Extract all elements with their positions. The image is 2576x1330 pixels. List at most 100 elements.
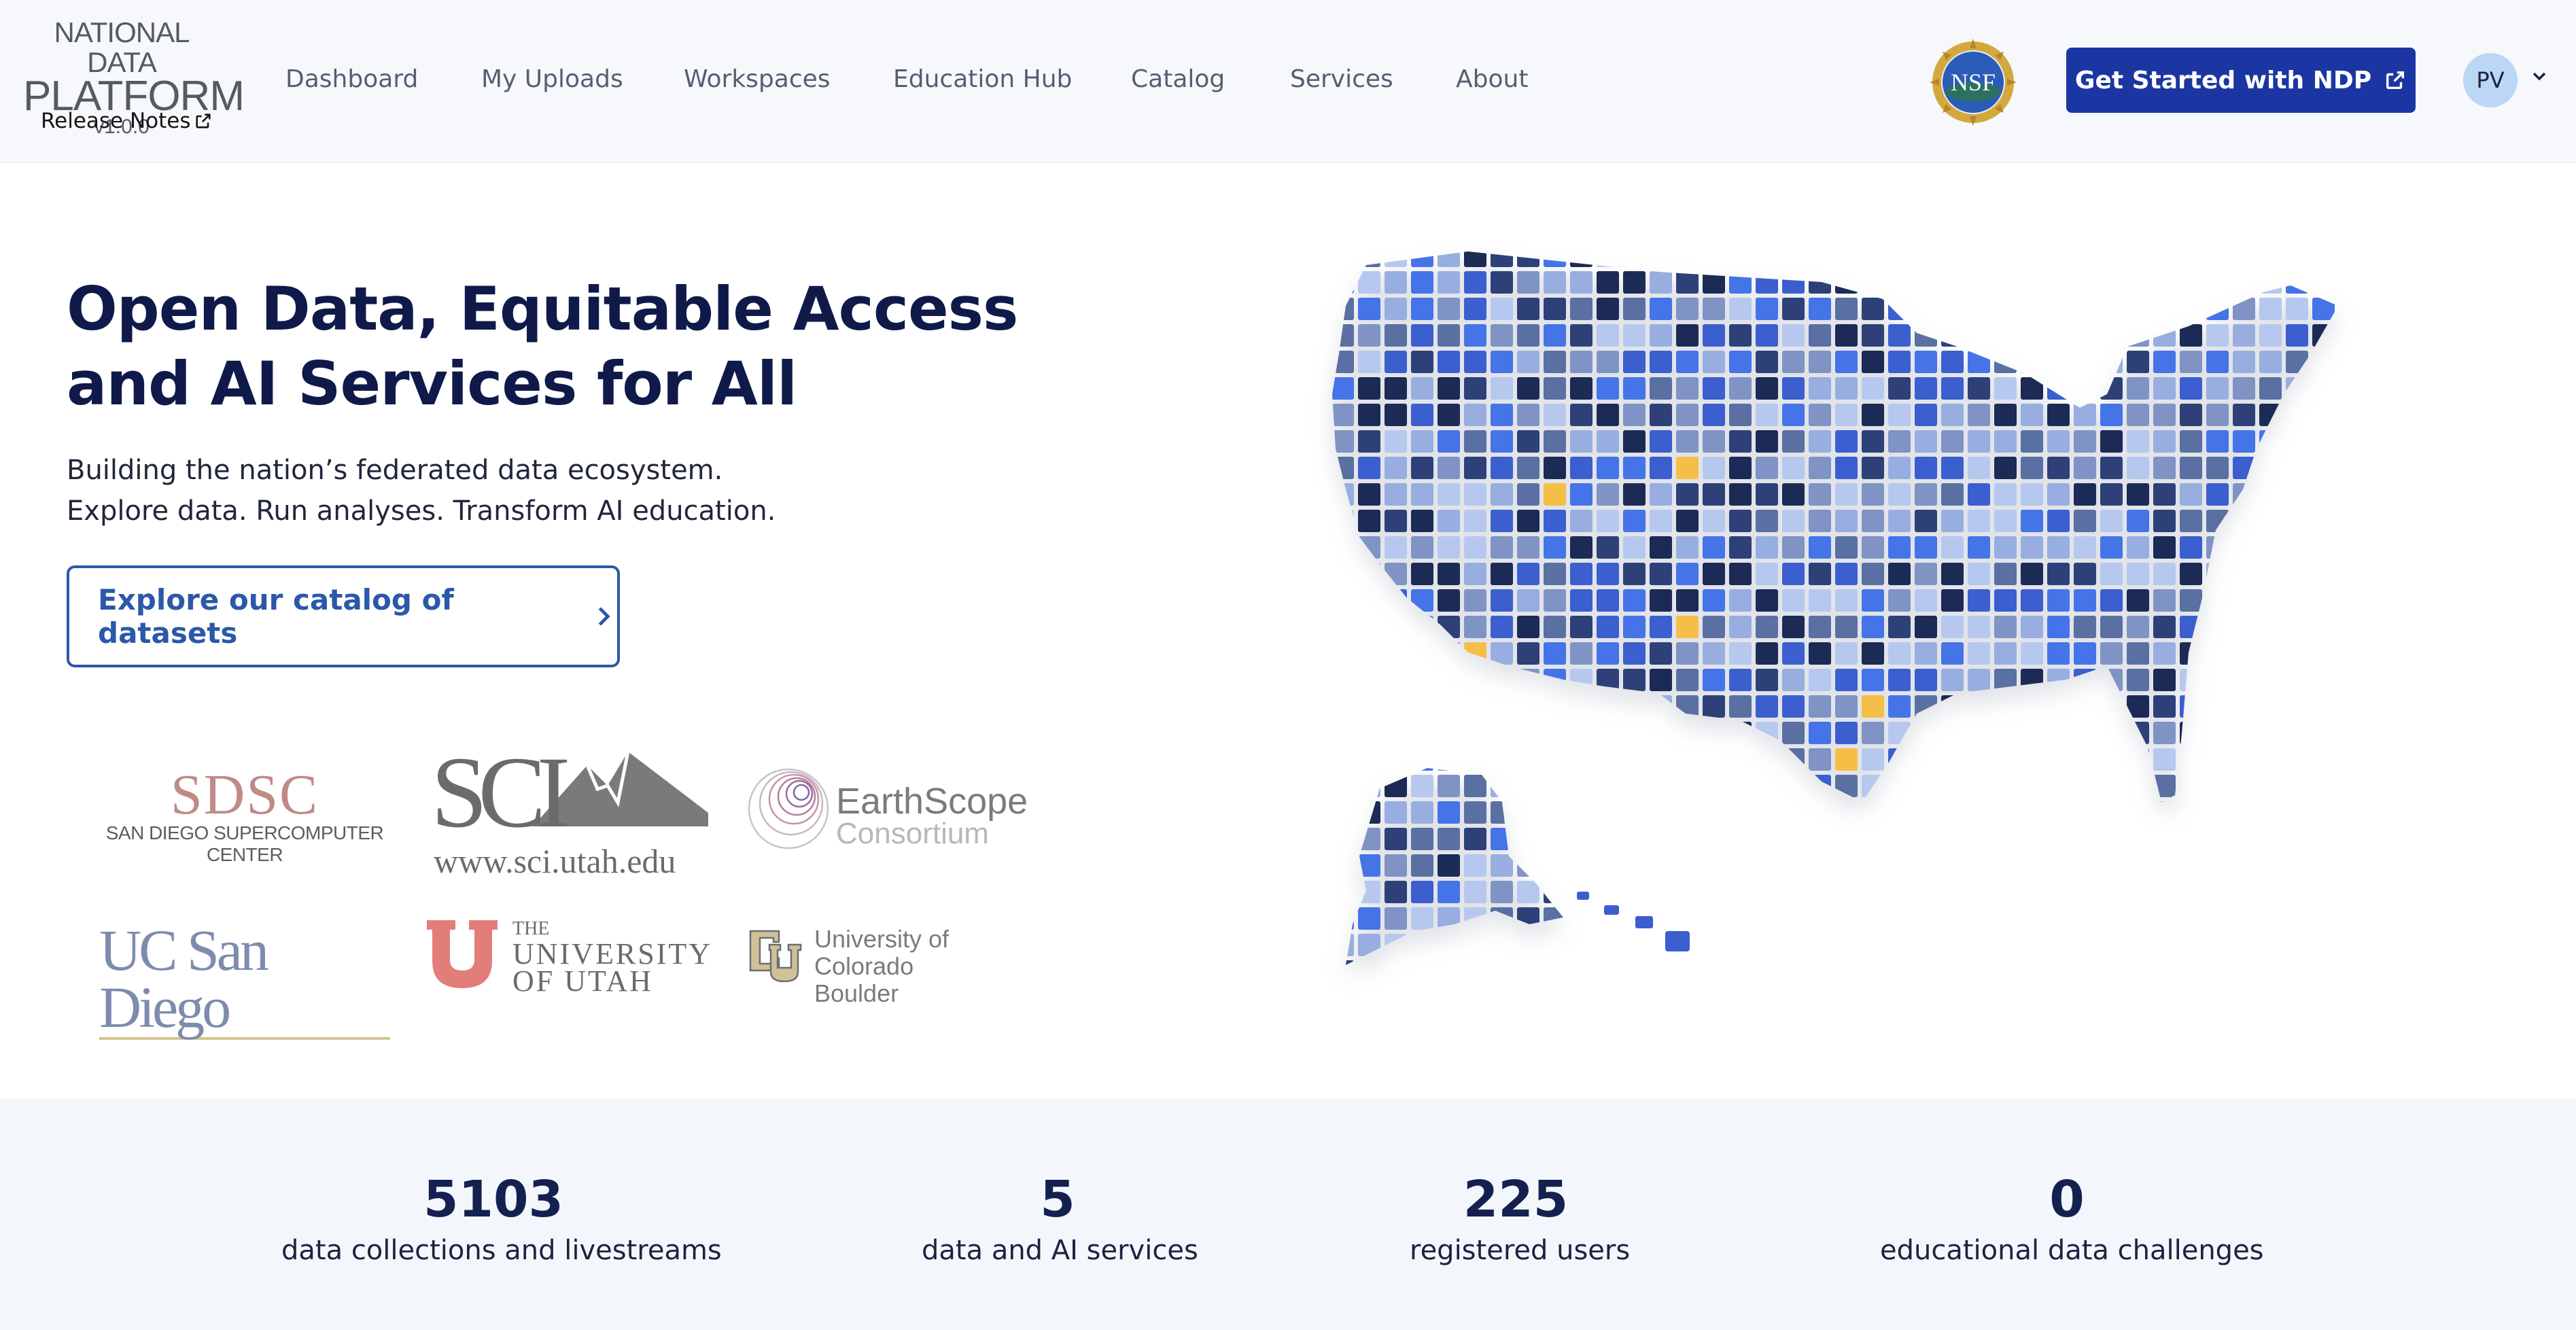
nsf-seal-icon[interactable]: NSF [1929,38,2017,126]
map-tile [1835,589,1858,612]
map-tile [1941,748,1964,771]
map-tile [2153,828,2176,850]
explore-catalog-button[interactable]: Explore our catalog of datasets [67,565,620,667]
map-tile [2074,881,2096,903]
nav-workspaces[interactable]: Workspaces [684,65,831,93]
map-tile [2339,960,2361,983]
map-tile [2153,748,2176,771]
map-tile [1703,510,1725,532]
stat-services-label: data and AI services [922,1235,1198,1266]
map-tile [1888,642,1911,665]
map-tile [1809,324,1831,347]
map-tile [1305,483,1327,506]
map-tile [1305,669,1327,691]
map-tile [1544,510,1566,532]
map-tile [1358,748,1380,771]
nav-about[interactable]: About [1456,65,1528,93]
map-tile [2418,881,2441,903]
map-tile [1835,351,1858,373]
map-tile [1517,748,1539,771]
map-tile [1491,775,1513,797]
map-tile [1411,669,1433,691]
map-tile [1464,934,1486,956]
map-tile [2392,828,2414,850]
map-tile [1438,669,1460,691]
nav-catalog[interactable]: Catalog [1131,65,1225,93]
map-tile [1676,589,1699,612]
map-tile [1491,536,1513,559]
map-tile [1968,775,1990,797]
map-tile [2021,324,2043,347]
nav-services[interactable]: Services [1290,65,1393,93]
map-tile [1994,642,2017,665]
release-notes-link[interactable]: Release Notes [41,109,213,133]
map-tile [1517,251,1539,267]
map-tile [2074,457,2096,479]
map-tile [2418,483,2441,506]
nav-my-uploads[interactable]: My Uploads [481,65,623,93]
map-tile [1623,404,1646,426]
map-tile [1782,404,1805,426]
nav-education-hub[interactable]: Education Hub [893,65,1072,93]
map-tile [2047,934,2070,956]
map-tile [1358,536,1380,559]
map-tile [2180,801,2202,824]
map-tile [1544,669,1566,691]
map-tile [1968,430,1990,453]
map-tile [1676,987,1699,999]
map-tile [1756,251,1778,267]
map-tile [1835,722,1858,744]
map-tile [1809,616,1831,638]
map-tile [2392,563,2414,585]
stat-challenges: 0 educational data challenges [1880,1169,2264,1271]
map-tile [1994,271,2017,294]
map-tile [1756,510,1778,532]
map-tile [2074,483,2096,506]
map-tile [2286,457,2308,479]
map-tile [1809,483,1831,506]
map-tile [1570,695,1592,718]
nav-dashboard[interactable]: Dashboard [285,65,418,93]
map-tile [1464,457,1486,479]
map-tile [1623,377,1646,400]
map-tile [1756,351,1778,373]
map-tile [1411,695,1433,718]
map-tile [1888,271,1911,294]
map-tile [1358,298,1380,320]
map-tile [1915,351,1937,373]
map-tile [1650,616,1672,638]
map-tile [1517,960,1539,965]
map-tile [1517,695,1539,718]
map-tile [2471,695,2474,718]
map-tile [2365,907,2388,930]
map-tile [2047,828,2070,850]
map-tile [2127,748,2149,771]
map-tile [1597,722,1619,744]
map-tile [1491,907,1513,930]
map-tile [1994,351,2017,373]
earthscope-rings-icon [748,768,829,850]
map-tile [1994,881,2017,903]
map-tile [1544,987,1566,999]
map-tile [1862,801,1884,824]
user-avatar[interactable]: PV [2463,53,2518,107]
map-tile [1491,457,1513,479]
map-tile [1756,563,1778,585]
map-tile [1650,695,1672,718]
map-tile [1623,642,1646,665]
map-tile [1835,695,1858,718]
map-tile [1623,801,1646,824]
map-tile [2047,563,2070,585]
map-tile [1676,828,1699,850]
map-tile [2286,854,2308,877]
chevron-down-icon[interactable] [2528,65,2550,87]
get-started-button[interactable]: Get Started with NDP [2066,48,2416,113]
map-tile [2100,987,2123,999]
map-tile [1862,377,1884,400]
map-tile [1411,987,1433,999]
stat-collections-value: 5103 [423,1170,563,1229]
map-tile [1517,483,1539,506]
map-tile [1332,377,1354,400]
map-tile [1411,589,1433,612]
map-tile [1411,483,1433,506]
